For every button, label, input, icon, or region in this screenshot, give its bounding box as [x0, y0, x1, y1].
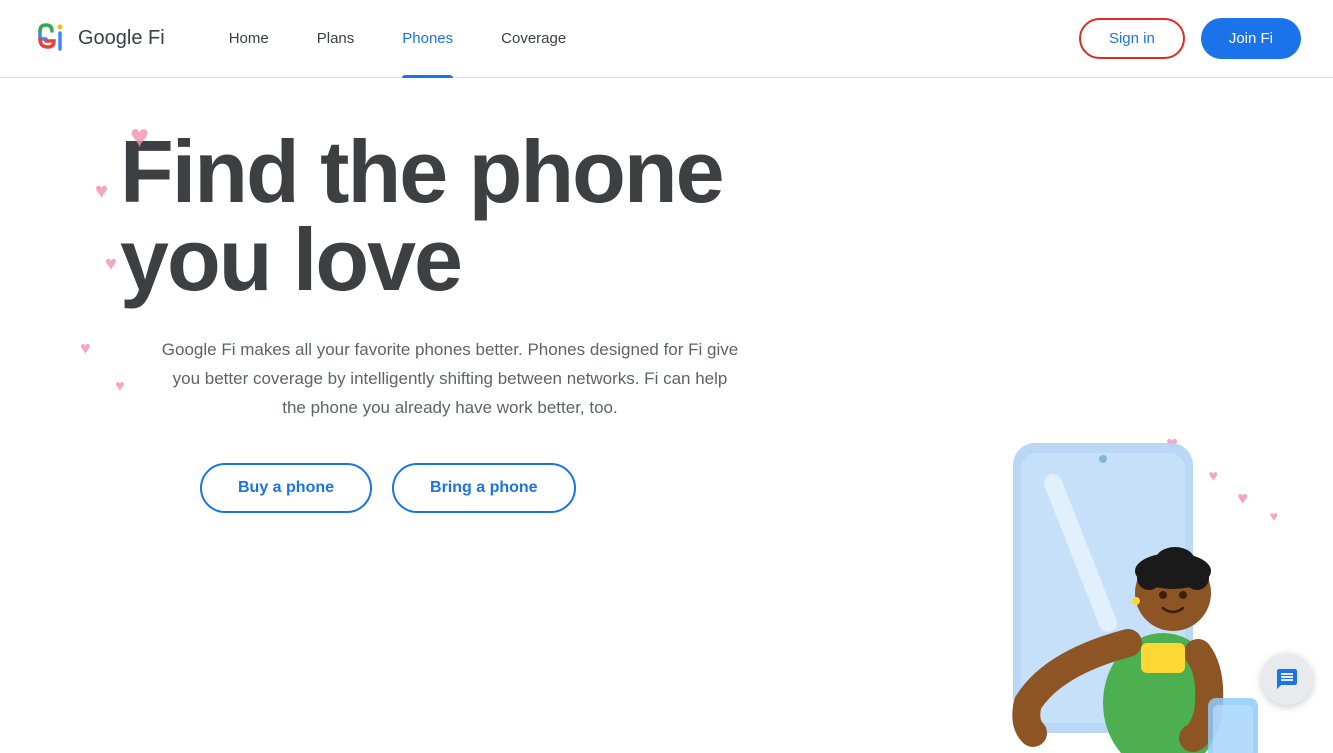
page-headline: Find the phone you love [120, 128, 920, 304]
decorative-heart-5: ♥ [115, 378, 125, 396]
page-subtitle: Google Fi makes all your favorite phones… [160, 336, 740, 423]
decorative-heart-4: ♥ [80, 338, 91, 359]
logo-link[interactable]: Google Fi [32, 21, 165, 57]
nav-plans[interactable]: Plans [293, 0, 379, 78]
buy-phone-button[interactable]: Buy a phone [200, 463, 372, 513]
main-content: ♥ ♥ ♥ ♥ ♥ ♥ ♥ ♥ ♥ Find the phone you lov… [0, 78, 1333, 753]
hero-illustration [953, 423, 1273, 743]
decorative-heart-1: ♥ [130, 118, 149, 155]
google-fi-logo-icon [32, 21, 68, 57]
chat-icon [1275, 667, 1299, 691]
bring-phone-button[interactable]: Bring a phone [392, 463, 576, 513]
nav-coverage[interactable]: Coverage [477, 0, 590, 78]
header: Google Fi Home Plans Phones Coverage Sig… [0, 0, 1333, 78]
nav-phones[interactable]: Phones [378, 0, 477, 78]
decorative-heart-2: ♥ [95, 178, 108, 204]
decorative-heart-3: ♥ [105, 253, 117, 276]
hero-svg [953, 423, 1273, 753]
sign-in-button[interactable]: Sign in [1079, 18, 1185, 59]
join-fi-button[interactable]: Join Fi [1201, 18, 1301, 59]
chat-support-button[interactable] [1261, 653, 1313, 705]
header-actions: Sign in Join Fi [1079, 18, 1301, 59]
nav-home[interactable]: Home [205, 0, 293, 78]
main-nav: Home Plans Phones Coverage [205, 0, 1079, 78]
logo-text: Google Fi [78, 27, 165, 50]
